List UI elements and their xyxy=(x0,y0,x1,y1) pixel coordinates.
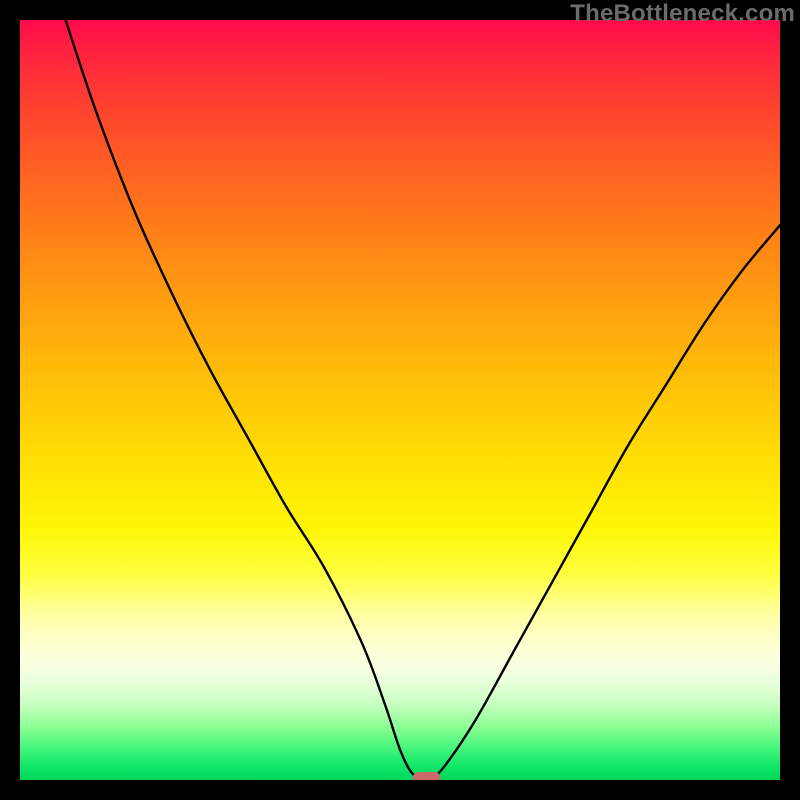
optimal-point-marker xyxy=(413,772,441,780)
bottleneck-chart xyxy=(20,20,780,780)
watermark-text: TheBottleneck.com xyxy=(570,0,795,28)
chart-overlay xyxy=(20,20,780,780)
bottleneck-curve xyxy=(66,20,780,780)
